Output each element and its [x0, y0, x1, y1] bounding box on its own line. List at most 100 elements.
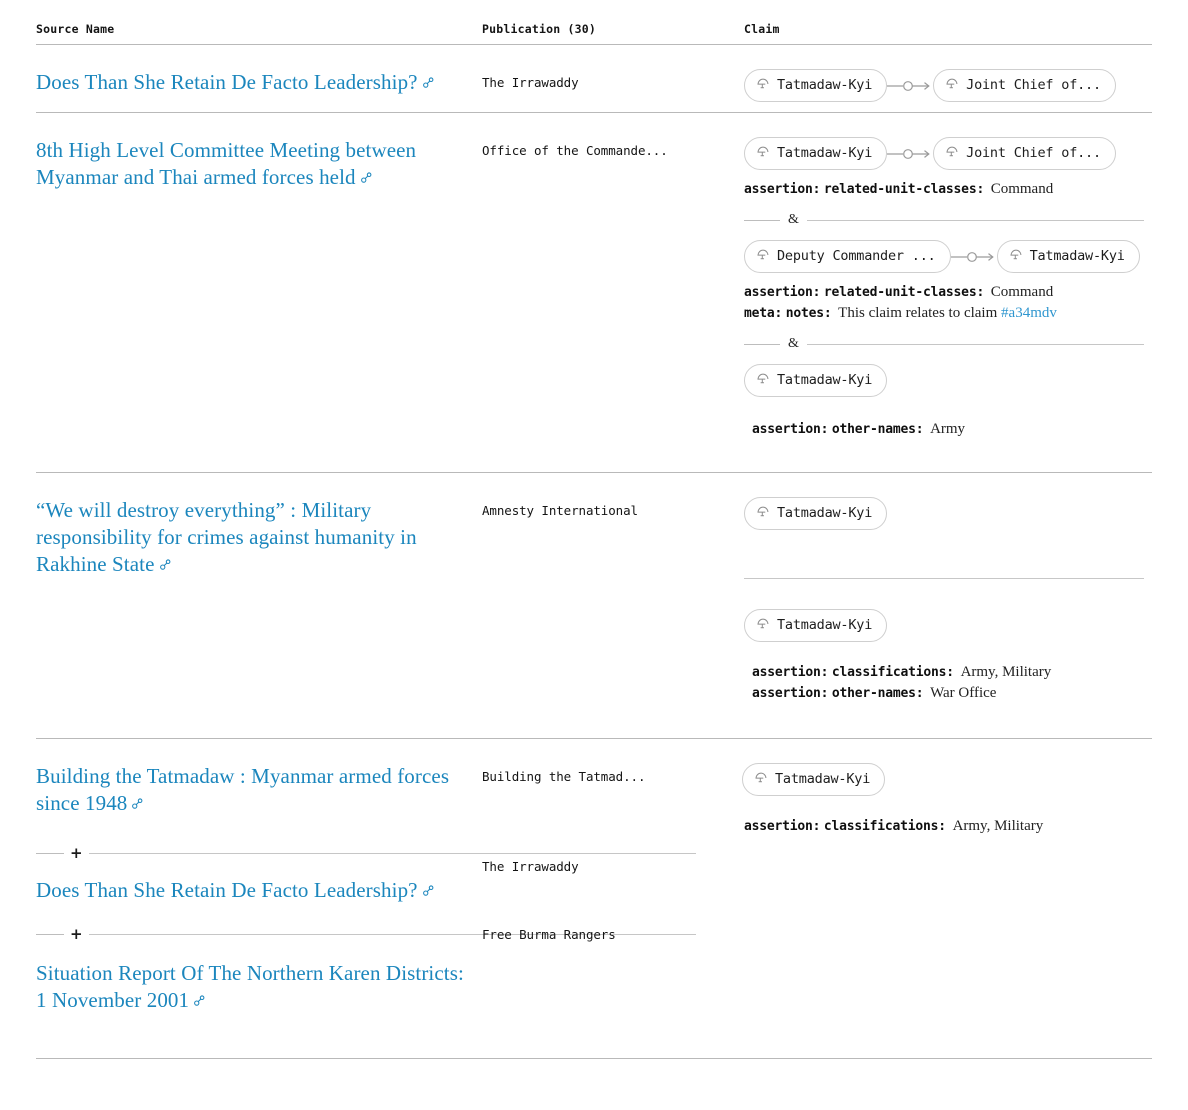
relation-connector-icon — [887, 147, 933, 161]
assertion-kind: assertion: — [752, 686, 829, 701]
source-title-text: “We will destroy everything” : Military … — [36, 498, 417, 576]
entity-chip-label: Deputy Commander ... — [777, 248, 936, 264]
military-helmet-icon — [945, 76, 959, 95]
assertion-key: related-unit-classes: — [823, 285, 985, 300]
publication-column-cell: Building the Tatmad... The Irrawaddy Fre… — [482, 763, 744, 943]
claim-chip-line: Tatmadaw-Kyi — [744, 609, 1144, 642]
claim-chip-line: Tatmadaw-Kyi Joint Chief of... — [744, 69, 1144, 102]
and-divider: & — [744, 336, 1144, 351]
entity-chip[interactable]: Joint Chief of... — [933, 69, 1116, 102]
assertion-item: assertion: other-names: Army — [752, 419, 1144, 440]
assertion-kind: assertion: — [744, 182, 821, 197]
relation-connector-icon — [950, 250, 997, 264]
expand-row-button[interactable]: + — [64, 927, 89, 942]
claim-reference-link[interactable]: #a34mdv — [1001, 305, 1057, 321]
entity-chip[interactable]: Tatmadaw-Kyi — [744, 69, 888, 102]
assertion-value: Army, Military — [952, 818, 1044, 834]
assertion-value: Army, Military — [960, 664, 1052, 680]
claim-group-divider — [744, 578, 1144, 579]
claim-cell: Tatmadaw-Kyi assertion: classifications:… — [742, 763, 1152, 837]
military-helmet-icon — [945, 144, 959, 163]
permalink-icon[interactable] — [360, 164, 373, 191]
entity-chip[interactable]: Joint Chief of... — [933, 137, 1116, 170]
column-header-claim[interactable]: Claim — [744, 22, 1152, 36]
claim-chip-line: Deputy Commander ... Tatmadaw-Kyi — [744, 240, 1144, 273]
assertion-value: Command — [990, 284, 1054, 300]
entity-chip[interactable]: Deputy Commander ... — [744, 240, 951, 273]
assertion-kind: assertion: — [744, 819, 821, 834]
assertion-key: notes: — [785, 306, 832, 321]
expand-row-button[interactable]: + — [64, 846, 89, 861]
assertion-item: assertion: related-unit-classes: Command — [744, 282, 1144, 303]
assertion-kind: meta: — [744, 306, 783, 321]
claim-chip-line: Tatmadaw-Kyi — [744, 497, 1144, 530]
military-helmet-icon — [756, 371, 770, 390]
source-title-text: Does Than She Retain De Facto Leadership… — [36, 878, 418, 902]
permalink-icon[interactable] — [131, 790, 144, 817]
claim-chip-line: Tatmadaw-Kyi — [742, 763, 1144, 796]
assertion-item: assertion: classifications: Army, Milita… — [744, 816, 1144, 837]
entity-chip-label: Tatmadaw-Kyi — [1029, 248, 1125, 264]
source-title-link[interactable]: Building the Tatmadaw : Myanmar armed fo… — [36, 763, 464, 817]
source-title-link[interactable]: Situation Report Of The Northern Karen D… — [36, 960, 464, 1014]
divider-segment — [36, 933, 64, 935]
entity-chip[interactable]: Tatmadaw-Kyi — [744, 609, 888, 642]
assertion-key: other-names: — [831, 422, 924, 437]
entity-chip-label: Tatmadaw-Kyi — [777, 505, 873, 521]
assertion-key: classifications: — [831, 665, 954, 680]
table-row: “We will destroy everything” : Military … — [0, 473, 1188, 714]
claim-cell: Tatmadaw-Kyi Joint Chief of... assertion… — [744, 137, 1152, 440]
military-helmet-icon — [756, 247, 770, 266]
assertion-list: assertion: other-names: Army — [752, 419, 1144, 440]
entity-chip-label: Tatmadaw-Kyi — [775, 771, 871, 787]
assertion-value: Army — [930, 421, 966, 437]
entity-chip[interactable]: Tatmadaw-Kyi — [744, 364, 888, 397]
claim-cell: Tatmadaw-Kyi Joint Chief of... — [744, 69, 1152, 102]
publication-cell: The Irrawaddy — [482, 859, 579, 874]
entity-chip[interactable]: Tatmadaw-Kyi — [996, 240, 1140, 273]
entity-chip[interactable]: Tatmadaw-Kyi — [744, 497, 888, 530]
claim-chip-line: Tatmadaw-Kyi Joint Chief of... — [744, 137, 1144, 170]
source-title-text: Building the Tatmadaw : Myanmar armed fo… — [36, 764, 450, 815]
permalink-icon[interactable] — [193, 987, 206, 1014]
source-cell: “We will destroy everything” : Military … — [36, 497, 482, 578]
assertion-item: assertion: classifications: Army, Milita… — [752, 662, 1144, 683]
entity-chip[interactable]: Tatmadaw-Kyi — [742, 763, 886, 796]
divider-segment — [806, 219, 1144, 221]
source-title-text: Does Than She Retain De Facto Leadership… — [36, 70, 418, 94]
source-cell: Does Than She Retain De Facto Leadership… — [36, 69, 482, 96]
military-helmet-icon — [1009, 247, 1023, 266]
entity-chip-label: Tatmadaw-Kyi — [777, 372, 873, 388]
column-header-publication[interactable]: Publication (30) — [482, 22, 744, 36]
assertion-kind: assertion: — [752, 422, 829, 437]
military-helmet-icon — [756, 504, 770, 523]
assertion-item: assertion: related-unit-classes: Command — [744, 179, 1144, 200]
military-helmet-icon — [756, 76, 770, 95]
divider-segment — [806, 343, 1144, 345]
source-title-link[interactable]: “We will destroy everything” : Military … — [36, 497, 464, 578]
source-title-link[interactable]: Does Than She Retain De Facto Leadership… — [36, 69, 464, 96]
assertion-value: This claim relates to claim #a34mdv — [838, 305, 1057, 321]
entity-chip[interactable]: Tatmadaw-Kyi — [744, 137, 888, 170]
table-footer-divider — [36, 1058, 1152, 1059]
publication-cell: The Irrawaddy — [482, 75, 579, 90]
permalink-icon[interactable] — [422, 69, 435, 96]
military-helmet-icon — [756, 616, 770, 635]
assertion-item: assertion: other-names: War Office — [752, 683, 1144, 704]
assertion-list: assertion: classifications: Army, Milita… — [744, 816, 1144, 837]
publication-cell: Free Burma Rangers — [482, 927, 616, 942]
and-symbol: & — [788, 336, 799, 351]
source-title-link[interactable]: 8th High Level Committee Meeting between… — [36, 137, 464, 191]
permalink-icon[interactable] — [422, 877, 435, 904]
column-header-source-name[interactable]: Source Name — [36, 22, 482, 36]
assertion-kind: assertion: — [752, 665, 829, 680]
permalink-icon[interactable] — [159, 551, 172, 578]
assertion-list: assertion: classifications: Army, Milita… — [752, 662, 1144, 704]
source-title-link[interactable]: Does Than She Retain De Facto Leadership… — [36, 877, 464, 904]
divider-segment — [744, 343, 780, 345]
source-cell: Building the Tatmadaw : Myanmar armed fo… — [36, 763, 696, 1014]
assertion-key: related-unit-classes: — [823, 182, 985, 197]
source-cell: 8th High Level Committee Meeting between… — [36, 137, 482, 191]
divider-segment — [36, 852, 64, 854]
and-symbol: & — [788, 212, 799, 227]
